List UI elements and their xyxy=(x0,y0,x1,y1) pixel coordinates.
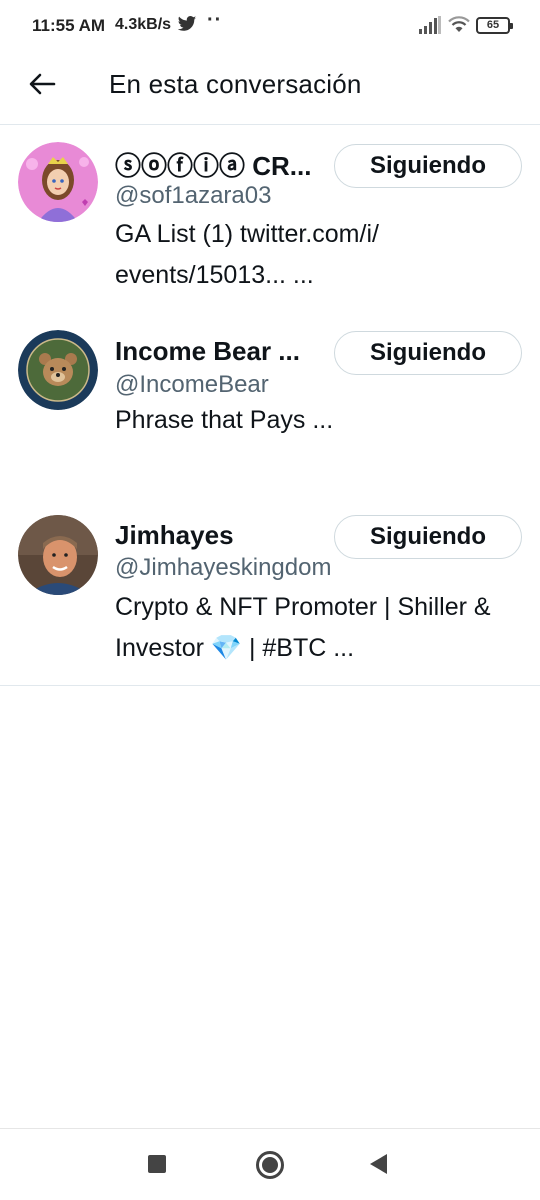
user-name: Income Bear ... xyxy=(115,336,300,366)
user-bio: GA List (1) twitter.com/i/ events/15013.… xyxy=(115,220,379,289)
avatar-image xyxy=(18,515,98,595)
avatar[interactable] xyxy=(18,330,98,410)
avatar[interactable] xyxy=(18,515,98,595)
recent-apps-icon[interactable] xyxy=(148,1155,166,1173)
avatar-image xyxy=(18,330,98,410)
status-notification-dots: ·· xyxy=(207,9,223,31)
user-bio: Phrase that Pays ... xyxy=(115,406,334,434)
nav-bar xyxy=(0,1128,540,1200)
following-button[interactable]: Siguiendo xyxy=(334,515,522,559)
user-name: ⓢⓞⓕⓘⓐ CR... xyxy=(115,151,312,181)
wifi-icon xyxy=(448,16,470,32)
user-row[interactable]: ⓢⓞⓕⓘⓐ CR... Siguiendo @sof1azara03 GA Li… xyxy=(0,126,540,316)
user-bio: Crypto & NFT Promoter | Shiller & Invest… xyxy=(115,593,491,662)
twitter-bird-icon xyxy=(177,16,197,31)
avatar[interactable] xyxy=(18,142,98,222)
avatar-image xyxy=(18,142,98,222)
user-handle: @Jimhayeskingdom xyxy=(115,554,332,581)
back-button[interactable] xyxy=(24,66,60,102)
home-icon[interactable] xyxy=(256,1151,284,1179)
arrow-left-icon xyxy=(29,73,56,95)
header: En esta conversación xyxy=(0,52,540,125)
user-list: ⓢⓞⓕⓘⓐ CR... Siguiendo @sof1azara03 GA Li… xyxy=(0,126,540,686)
status-bar: 11:55 AM 4.3kB/s ·· 65 xyxy=(0,0,540,52)
back-icon[interactable] xyxy=(370,1154,387,1174)
following-button[interactable]: Siguiendo xyxy=(334,144,522,188)
user-row[interactable]: Income Bear ... Siguiendo @IncomeBear Ph… xyxy=(0,316,540,501)
user-name: Jimhayes xyxy=(115,520,234,550)
user-handle: @IncomeBear xyxy=(115,371,269,398)
battery-icon: 65 xyxy=(476,17,513,34)
status-network-speed: 4.3kB/s xyxy=(115,16,172,33)
following-button[interactable]: Siguiendo xyxy=(334,331,522,375)
user-row[interactable]: Jimhayes Siguiendo @Jimhayeskingdom Cryp… xyxy=(0,501,540,686)
user-handle: @sof1azara03 xyxy=(115,182,272,209)
page-title: En esta conversación xyxy=(109,69,362,99)
status-time: 11:55 AM xyxy=(32,16,106,35)
signal-icon xyxy=(419,16,441,34)
